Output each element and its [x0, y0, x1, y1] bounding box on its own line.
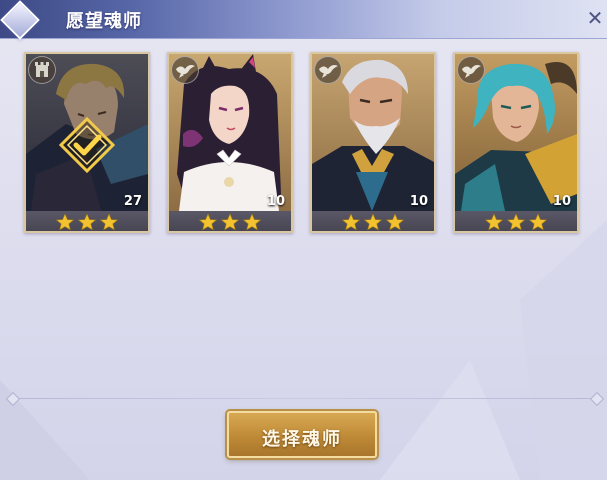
- star-icon: [363, 213, 383, 231]
- title-bar: 愿望魂师: [0, 0, 607, 40]
- star-rating: [198, 213, 262, 231]
- soul-master-card-2[interactable]: 10: [167, 52, 293, 233]
- card-footer: 10: [455, 194, 577, 231]
- star-icon: [77, 213, 97, 231]
- card-footer: 10: [312, 194, 434, 231]
- divider-end-icon: [5, 391, 21, 407]
- divider-end-icon: [589, 391, 605, 407]
- soul-master-card-4[interactable]: 10: [453, 52, 579, 233]
- soul-master-card-3[interactable]: 10: [310, 52, 436, 233]
- close-button[interactable]: ✕: [583, 5, 607, 31]
- star-icon: [198, 213, 218, 231]
- soul-master-card-1[interactable]: 27: [24, 52, 150, 233]
- bird-icon: [314, 56, 342, 84]
- card-footer: 27: [26, 194, 148, 231]
- selected-check-icon: [59, 117, 115, 173]
- level-label: 27: [123, 194, 142, 209]
- bird-icon: [171, 56, 199, 84]
- star-icon: [528, 213, 548, 231]
- star-icon: [506, 213, 526, 231]
- title-gem-icon: [0, 0, 40, 40]
- select-button-label: 选择魂师: [262, 429, 342, 450]
- star-icon: [341, 213, 361, 231]
- star-icon: [220, 213, 240, 231]
- star-icon: [99, 213, 119, 231]
- star-rating: [341, 213, 405, 231]
- card-footer: 10: [169, 194, 291, 231]
- page-title: 愿望魂师: [66, 11, 142, 32]
- star-rating: [55, 213, 119, 231]
- select-soul-master-button[interactable]: 选择魂师: [227, 411, 377, 458]
- level-label: 10: [266, 194, 285, 209]
- star-icon: [484, 213, 504, 231]
- star-icon: [242, 213, 262, 231]
- level-label: 10: [409, 194, 428, 209]
- tower-icon: [28, 56, 56, 84]
- star-icon: [55, 213, 75, 231]
- divider-line: [10, 398, 598, 399]
- star-rating: [484, 213, 548, 231]
- bird-icon: [457, 56, 485, 84]
- star-icon: [385, 213, 405, 231]
- level-label: 10: [552, 194, 571, 209]
